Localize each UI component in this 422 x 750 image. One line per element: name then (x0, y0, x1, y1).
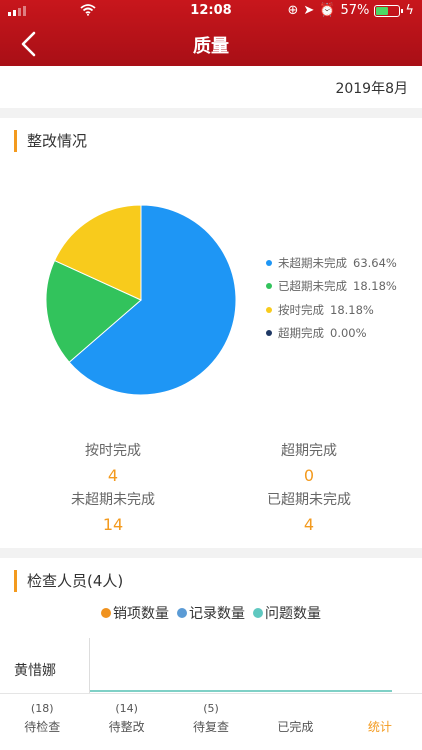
legend-dot (253, 608, 263, 618)
pie-chart (45, 204, 237, 396)
page-title: 质量 (193, 36, 229, 57)
legend-item: 超期完成 0.00% (266, 322, 397, 346)
tab-pending-inspection[interactable]: (18) 待检查 (0, 694, 84, 750)
section-title-inspectors: 检查人员(4人) (14, 570, 123, 592)
inspectors-card: 检查人员(4人) 销项数量 记录数量 问题数量 黄惜娜 (0, 558, 422, 693)
legend-dot (266, 330, 272, 337)
stat-value: 0 (303, 466, 315, 485)
tab-label: 待整改 (108, 720, 145, 734)
tab-statistics[interactable]: 统计 (338, 694, 422, 750)
stat-not-overdue-pending: 未超期未完成 14 (13, 489, 213, 534)
legend-label: 问题数量 (265, 606, 321, 622)
stat-value: 4 (107, 466, 119, 485)
location-icon: ➤ (303, 3, 315, 18)
legend-dot (177, 608, 187, 618)
legend-item: 已超期未完成 18.18% (266, 275, 397, 299)
stat-label: 超期完成 (281, 443, 337, 459)
legend-label: 已超期未完成 (278, 279, 347, 294)
legend-label: 销项数量 (113, 606, 169, 622)
tab-count: (5) (203, 702, 219, 715)
legend-percent: 0.00% (330, 326, 367, 341)
tab-label: 待复查 (193, 720, 230, 734)
chart-axis (89, 638, 90, 693)
rectification-card: 整改情况 未超期未完成 63.64% 已超期未完成 18.18% 按时完成 18.18… (0, 118, 422, 548)
legend-dot (266, 306, 272, 313)
legend-label: 按时完成 (278, 302, 324, 317)
stat-overdue-done: 超期完成 0 (209, 440, 409, 485)
inspector-bar (90, 690, 392, 692)
tab-pending-rectification[interactable]: (14) 待整改 (84, 694, 168, 750)
date-label[interactable]: 2019年8月 (335, 78, 408, 98)
charging-icon: ϟ (405, 3, 414, 18)
orientation-lock-icon: ⊕ (287, 3, 299, 18)
legend-label: 超期完成 (278, 326, 324, 341)
legend-item: 未超期未完成 63.64% (266, 251, 397, 275)
legend-label: 记录数量 (189, 606, 245, 622)
stat-value: 4 (303, 515, 315, 534)
bar-legend: 销项数量 记录数量 问题数量 (0, 603, 422, 623)
bar-legend-item[interactable]: 记录数量 (177, 603, 245, 623)
stat-on-time: 按时完成 4 (13, 440, 213, 485)
inspector-name: 黄惜娜 (14, 663, 56, 679)
legend-percent: 18.18% (330, 302, 374, 317)
stat-overdue-pending: 已超期未完成 4 (209, 489, 409, 534)
stat-label: 未超期未完成 (71, 492, 155, 508)
legend-dot (101, 608, 111, 618)
battery-icon (374, 4, 404, 17)
legend-label: 未超期未完成 (278, 255, 347, 270)
battery-percent: 57% (340, 3, 370, 18)
legend-percent: 18.18% (353, 279, 397, 294)
tab-count: (18) (30, 702, 54, 715)
date-selector[interactable]: 2019年8月 (0, 66, 422, 108)
bar-legend-item[interactable]: 销项数量 (101, 603, 169, 623)
header: 12:08 ⊕ ➤ ⏰ 57% ϟ 质量 (0, 0, 422, 66)
stat-value: 14 (102, 515, 124, 534)
legend-dot (266, 283, 272, 290)
tab-label: 统计 (367, 720, 392, 734)
navbar: 质量 (0, 22, 422, 66)
tab-bar: (18) 待检查 (14) 待整改 (5) 待复查 已完成 统计 (0, 693, 422, 750)
tab-label: 待检查 (24, 720, 61, 734)
legend-dot (266, 259, 272, 266)
legend-item: 按时完成 18.18% (266, 298, 397, 322)
tab-pending-review[interactable]: (5) 待复查 (169, 694, 253, 750)
tab-completed[interactable]: 已完成 (253, 694, 337, 750)
stat-label: 已超期未完成 (267, 492, 351, 508)
alarm-icon: ⏰ (319, 3, 336, 18)
tab-label: 已完成 (277, 720, 314, 734)
bar-legend-item[interactable]: 问题数量 (253, 603, 321, 623)
stat-label: 按时完成 (85, 443, 141, 459)
tab-count: (14) (115, 702, 138, 715)
legend-percent: 63.64% (353, 255, 397, 270)
pie-legend: 未超期未完成 63.64% 已超期未完成 18.18% 按时完成 18.18% 超期完… (266, 251, 397, 345)
status-bar: 12:08 ⊕ ➤ ⏰ 57% ϟ (0, 0, 422, 22)
